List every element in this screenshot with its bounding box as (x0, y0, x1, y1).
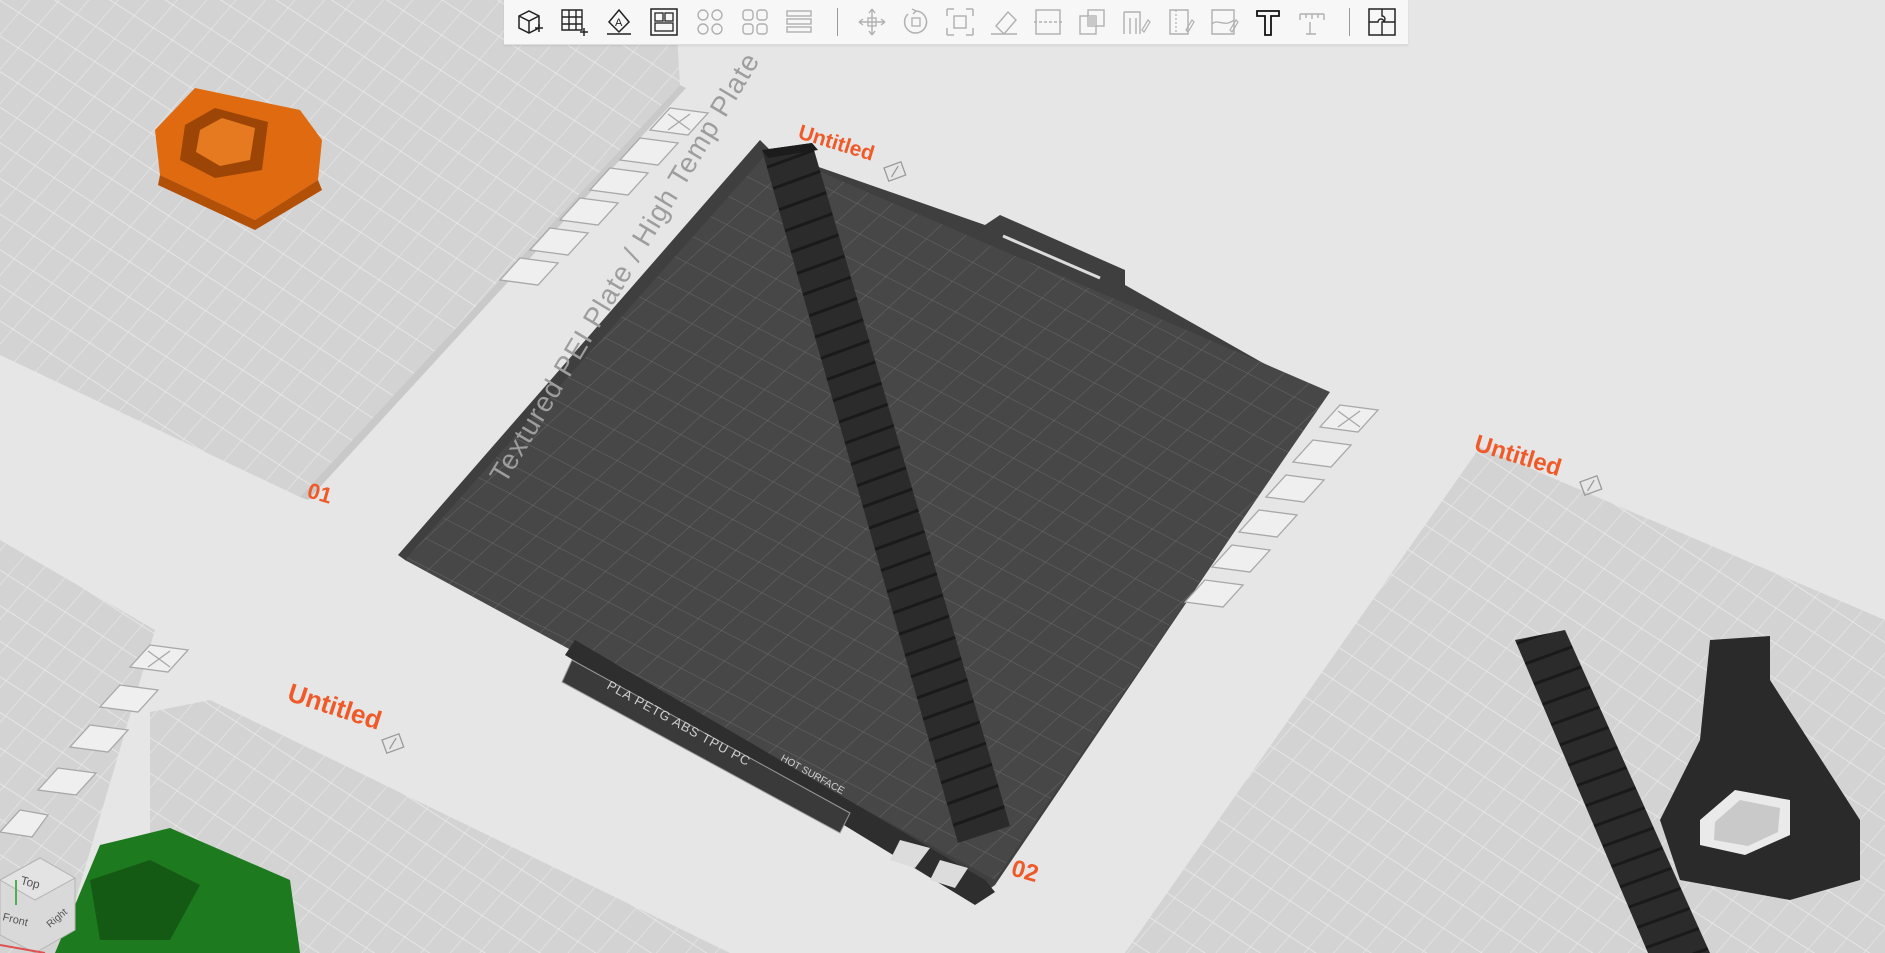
lay-on-face-button[interactable] (984, 2, 1024, 42)
assembly-view-button[interactable] (1362, 2, 1402, 42)
layers-icon (786, 10, 812, 33)
scale-icon (946, 8, 974, 36)
measure-button[interactable] (1292, 2, 1332, 42)
add-plate-icon (561, 9, 588, 36)
auto-orient-plate-icon[interactable] (1291, 439, 1353, 468)
support-paint-button[interactable] (1116, 2, 1156, 42)
add-plate-button[interactable] (554, 2, 594, 42)
layers-button[interactable] (779, 2, 819, 42)
split-parts-icon (742, 9, 768, 35)
close-plate-icon[interactable] (1318, 404, 1380, 433)
edit-plate-name-icon[interactable] (883, 161, 907, 182)
seam-paint-button[interactable] (1160, 2, 1200, 42)
toolbar-separator (1349, 8, 1350, 36)
auto-orient-icon: A (607, 8, 631, 35)
rotate-icon (903, 8, 928, 34)
measure-icon (1299, 13, 1325, 35)
svg-text:A: A (615, 17, 623, 29)
cut-icon (1034, 9, 1062, 35)
support-paint-icon (1123, 11, 1151, 34)
arrange-button[interactable] (644, 2, 684, 42)
lock-plate-icon[interactable] (1237, 509, 1299, 538)
plate-01-number: 01 (305, 478, 335, 509)
move-icon (858, 8, 886, 36)
edit-plate-name-icon[interactable] (1579, 475, 1603, 496)
seam-paint-icon (1169, 9, 1195, 35)
add-object-button[interactable] (509, 2, 549, 42)
mesh-boolean-button[interactable] (1072, 2, 1112, 42)
color-paint-button[interactable] (1204, 2, 1244, 42)
plate-02[interactable] (398, 140, 1330, 905)
mesh-boolean-icon (1079, 9, 1105, 35)
arrange-icon (650, 8, 678, 36)
arrange-plate-icon[interactable] (1264, 474, 1326, 503)
auto-orient-button[interactable]: A (599, 2, 639, 42)
toolbar-separator (837, 8, 838, 36)
split-objects-icon (697, 9, 723, 35)
lay-on-face-icon (991, 10, 1017, 36)
split-objects-button[interactable] (690, 2, 730, 42)
color-paint-icon (1211, 9, 1239, 35)
plate-04-name: Untitled (284, 677, 385, 735)
text-tool-icon (1256, 10, 1280, 36)
assembly-view-icon (1368, 8, 1396, 36)
3d-viewport[interactable]: Textured PEI Plate / High Temp Plate PLA… (0, 0, 1885, 953)
plate-02-number: 02 (1008, 855, 1041, 888)
top-toolbar: A (504, 0, 1408, 45)
scale-button[interactable] (940, 2, 980, 42)
rotate-button[interactable] (896, 2, 936, 42)
add-object-icon (518, 10, 543, 34)
move-button[interactable] (852, 2, 892, 42)
edit-plate-name-icon[interactable] (381, 733, 405, 754)
cut-button[interactable] (1028, 2, 1068, 42)
text-tool-button[interactable] (1248, 2, 1288, 42)
split-parts-button[interactable] (735, 2, 775, 42)
